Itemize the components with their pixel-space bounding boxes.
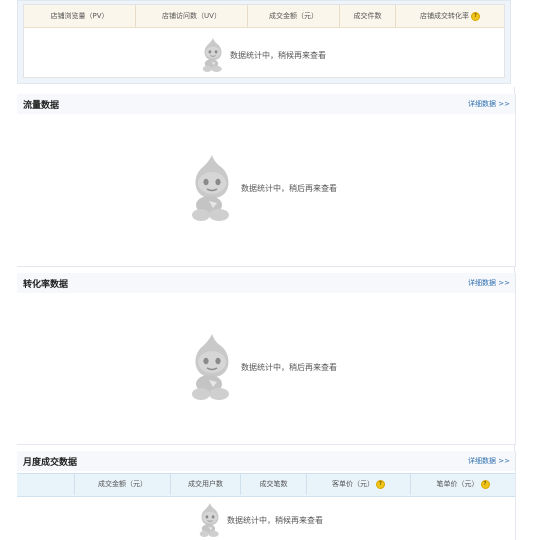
question-mark-icon[interactable]: ?: [471, 11, 480, 21]
conversion-empty-state: 数据统计中，稍后再来查看: [187, 331, 337, 403]
summary-table: 店铺浏览量（PV） 店铺访问数（UV） 成交金额（元） 成交件数 店铺成交转化率…: [23, 4, 505, 78]
column-header-orders: 成交笔数: [241, 474, 307, 495]
monthly-empty-text: 数据统计中，稍候再来查看: [227, 515, 323, 525]
monthly-table-header: 成交金额（元） 成交用户数 成交笔数 客单价（元）? 笔单价（元）?: [17, 473, 515, 497]
summary-empty-text: 数据统计中，稍候再来查看: [230, 50, 326, 60]
column-header-avg-per-order-label: 笔单价（元）: [436, 480, 479, 488]
question-mark-icon[interactable]: ?: [480, 479, 490, 489]
column-header-avg-per-customer: 客单价（元）?: [307, 474, 411, 495]
question-mark-icon[interactable]: ?: [376, 479, 385, 489]
summary-panel: 店铺浏览量（PV） 店铺访问数（UV） 成交金额（元） 成交件数 店铺成交转化率…: [17, 0, 511, 84]
column-header-amount: 成交金额（元）: [75, 474, 171, 495]
mascot-icon: [187, 331, 237, 403]
conversion-section-header: 转化率数据 详细数据 >>: [17, 273, 515, 293]
traffic-empty-text: 数据统计中，稍后再来查看: [241, 183, 337, 193]
mascot-icon: [200, 37, 226, 73]
monthly-detail-link[interactable]: 详细数据 >>: [468, 456, 510, 466]
monthly-empty-state: 数据统计中，稍候再来查看: [197, 502, 323, 538]
column-header-uv: 店铺访问数（UV）: [136, 5, 248, 27]
column-header-buyers: 成交用户数: [171, 474, 241, 495]
column-header-items: 成交件数: [340, 5, 396, 27]
column-header-avg-per-customer-label: 客单价（元）: [332, 480, 374, 488]
traffic-section: 流量数据 详细数据 >> 数据统计中，稍后再来查看: [17, 94, 516, 267]
monthly-section-header: 月度成交数据 详细数据 >>: [17, 451, 515, 471]
column-header-month: [17, 474, 75, 495]
mascot-icon: [197, 502, 223, 538]
conversion-section: 转化率数据 详细数据 >> 数据统计中，稍后再来查看: [17, 273, 516, 445]
conversion-empty-text: 数据统计中，稍后再来查看: [241, 362, 337, 372]
summary-table-header: 店铺浏览量（PV） 店铺访问数（UV） 成交金额（元） 成交件数 店铺成交转化率…: [24, 5, 504, 28]
summary-empty-state: 数据统计中，稍候再来查看: [200, 37, 326, 73]
traffic-empty-state: 数据统计中，稍后再来查看: [187, 152, 337, 224]
traffic-section-header: 流量数据 详细数据 >>: [17, 94, 515, 114]
conversion-detail-link[interactable]: 详细数据 >>: [468, 278, 510, 288]
conversion-section-title: 转化率数据: [23, 280, 69, 290]
column-header-amount: 成交金额（元）: [248, 5, 340, 27]
monthly-section: 月度成交数据 详细数据 >> 成交金额（元） 成交用户数 成交笔数 客单价（元）…: [17, 451, 516, 540]
mascot-icon: [187, 152, 237, 224]
column-header-conversion-rate-label: 店铺成交转化率: [420, 12, 469, 20]
traffic-section-title: 流量数据: [23, 101, 60, 111]
traffic-detail-link[interactable]: 详细数据 >>: [468, 99, 510, 109]
column-header-conversion-rate: 店铺成交转化率?: [396, 5, 504, 27]
column-header-avg-per-order: 笔单价（元）?: [411, 474, 515, 495]
monthly-section-title: 月度成交数据: [23, 458, 78, 468]
column-header-pv: 店铺浏览量（PV）: [24, 5, 136, 27]
